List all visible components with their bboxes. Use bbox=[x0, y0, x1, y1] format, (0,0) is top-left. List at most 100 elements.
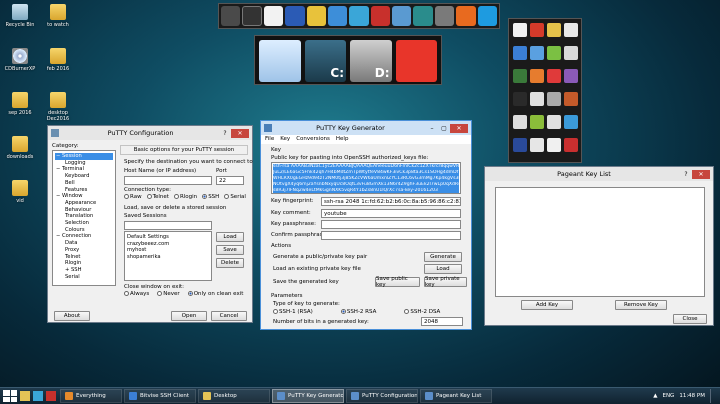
desktop-icon[interactable]: to watch bbox=[38, 4, 78, 28]
dock-app-icon[interactable] bbox=[263, 6, 284, 26]
dock-app-icon[interactable] bbox=[513, 115, 527, 129]
open-button[interactable]: Open bbox=[171, 311, 207, 321]
dock-app-icon[interactable] bbox=[285, 6, 305, 26]
tree-item[interactable]: + SSH bbox=[55, 267, 113, 274]
desktop-icon[interactable]: vid bbox=[0, 180, 40, 204]
session-item[interactable]: myhost bbox=[127, 247, 209, 254]
dock-app-icon[interactable] bbox=[547, 46, 561, 60]
notification-icon[interactable]: ▲ bbox=[653, 393, 657, 399]
save-private-key-button[interactable]: Save private key bbox=[424, 276, 467, 288]
taskbar-button[interactable]: Pageant Key List bbox=[420, 389, 492, 403]
dock-app-icon[interactable] bbox=[392, 6, 412, 26]
close-option[interactable]: Never bbox=[157, 291, 180, 297]
key-type-option[interactable]: SSH-2 RSA bbox=[340, 309, 376, 315]
dock-app-icon[interactable] bbox=[547, 23, 561, 37]
dock-app-icon[interactable] bbox=[513, 138, 527, 152]
close-pageant-button[interactable]: Close bbox=[673, 314, 707, 324]
remove-key-button[interactable]: Remove Key bbox=[615, 300, 667, 310]
tree-item[interactable]: Proxy bbox=[55, 247, 113, 254]
dock-app-icon[interactable] bbox=[434, 6, 455, 26]
session-item[interactable]: crazybeeez.com bbox=[127, 241, 209, 248]
taskbar-button[interactable]: Everything bbox=[60, 389, 122, 403]
dock-app-icon[interactable] bbox=[564, 138, 578, 152]
tree-item[interactable]: Translation bbox=[55, 213, 113, 220]
dock-app-icon[interactable] bbox=[327, 6, 348, 26]
dock-app-icon[interactable] bbox=[564, 46, 578, 60]
tree-item[interactable]: Selection bbox=[55, 220, 113, 227]
load-button[interactable]: Load bbox=[216, 232, 244, 242]
tree-item[interactable]: − Connection bbox=[55, 233, 113, 240]
menu-item[interactable]: File bbox=[265, 135, 274, 144]
category-tree[interactable]: − Session Logging − Terminal Keyboard Bell Fe… bbox=[52, 150, 116, 286]
language-indicator[interactable]: ENG bbox=[662, 393, 674, 399]
tree-item[interactable]: − Session bbox=[55, 153, 113, 160]
dock-app-icon[interactable] bbox=[564, 92, 578, 106]
tree-item[interactable]: − Window bbox=[55, 193, 113, 200]
desktop-icon[interactable]: feb 2016 bbox=[38, 48, 78, 72]
conn-type-option[interactable]: Telnet bbox=[146, 194, 169, 200]
tree-item[interactable]: Rlogin bbox=[55, 260, 113, 267]
dock-app-icon[interactable] bbox=[221, 6, 241, 26]
close-option[interactable]: Only on clean exit bbox=[187, 291, 243, 297]
help-button[interactable]: ? bbox=[219, 129, 231, 138]
dock-app-icon[interactable] bbox=[513, 69, 527, 83]
dock-app-icon[interactable] bbox=[530, 115, 544, 129]
menu-item[interactable]: Key bbox=[280, 135, 290, 144]
desktop-icon[interactable]: sep 2016 bbox=[0, 92, 40, 116]
putty-config-titlebar[interactable]: PuTTY Configuration ? ✕ bbox=[48, 126, 252, 140]
conn-type-option[interactable]: SSH bbox=[202, 194, 219, 200]
dock-app-icon[interactable] bbox=[513, 92, 527, 106]
maximize-button[interactable]: ▢ bbox=[438, 124, 450, 133]
key-type-option[interactable]: SSH-2 DSA bbox=[404, 309, 440, 315]
help-button[interactable]: ? bbox=[680, 170, 692, 179]
drive-c-icon[interactable]: C: bbox=[304, 40, 346, 82]
dock-app-icon[interactable] bbox=[413, 6, 433, 26]
tree-item[interactable]: Behaviour bbox=[55, 207, 113, 214]
saved-session-input[interactable] bbox=[124, 221, 212, 230]
quick-launch-icon[interactable] bbox=[20, 391, 30, 401]
conn-type-option[interactable]: Raw bbox=[124, 194, 142, 200]
taskbar-button[interactable]: Bitvise SSH Client bbox=[124, 389, 196, 403]
start-button[interactable] bbox=[3, 390, 17, 402]
passphrase-field[interactable] bbox=[321, 220, 461, 229]
dock-app-icon[interactable] bbox=[547, 138, 561, 152]
dock-app-icon[interactable] bbox=[456, 6, 476, 26]
dock-app-icon[interactable] bbox=[306, 6, 326, 26]
dock-app-icon[interactable] bbox=[513, 23, 527, 37]
dock-app-icon[interactable] bbox=[564, 69, 578, 83]
magnifier-icon[interactable] bbox=[259, 40, 301, 82]
key-list-box[interactable] bbox=[495, 187, 705, 297]
save-public-key-button[interactable]: Save public key bbox=[375, 276, 420, 288]
show-desktop-button[interactable] bbox=[710, 389, 714, 403]
dock-app-icon[interactable] bbox=[530, 92, 544, 106]
fingerprint-field[interactable]: ssh-rsa 2048 1c:fd:62:b2:b6:0c:8a:b5:96:… bbox=[321, 197, 461, 206]
menu-item[interactable]: Help bbox=[336, 135, 349, 144]
desktop-icon[interactable]: desktop Dec2016 bbox=[38, 92, 78, 122]
dock-app-icon[interactable] bbox=[564, 23, 578, 37]
dock-app-icon[interactable] bbox=[564, 115, 578, 129]
dock-app-icon[interactable] bbox=[242, 6, 262, 26]
conn-type-option[interactable]: Serial bbox=[224, 194, 246, 200]
drive-d-icon[interactable]: D: bbox=[350, 40, 392, 82]
quick-launch-icon[interactable] bbox=[33, 391, 43, 401]
minimize-button[interactable]: – bbox=[426, 124, 438, 133]
load-key-button[interactable]: Load bbox=[424, 264, 462, 274]
port-input[interactable]: 22 bbox=[216, 176, 244, 185]
add-key-button[interactable]: Add Key bbox=[521, 300, 573, 310]
session-item[interactable]: shopamerika bbox=[127, 254, 209, 261]
dock-app-icon[interactable] bbox=[477, 6, 497, 26]
public-key-textbox[interactable]: ssh-rsa AAAAB3NzaC1yc2EAAAABJQAAAQEAheeu… bbox=[271, 162, 461, 194]
close-button[interactable]: ✕ bbox=[692, 169, 710, 179]
session-item[interactable]: Default Settings bbox=[127, 234, 209, 241]
taskbar-button[interactable]: PuTTY Key Generator bbox=[272, 389, 344, 403]
quick-launch-icon[interactable] bbox=[46, 391, 56, 401]
generate-button[interactable]: Generate bbox=[424, 252, 462, 262]
dock-app-icon[interactable] bbox=[547, 115, 561, 129]
menu-item[interactable]: Conversions bbox=[296, 135, 330, 144]
delete-button[interactable]: Delete bbox=[216, 258, 244, 268]
sessions-list[interactable]: Default Settings crazybeeez.com myhost shop… bbox=[124, 231, 212, 281]
taskbar-button[interactable]: PuTTY Configuration bbox=[346, 389, 418, 403]
dock-app-icon[interactable] bbox=[530, 69, 544, 83]
desktop-icon[interactable]: CDBurnerXP bbox=[0, 48, 40, 72]
dock-app-icon[interactable] bbox=[547, 92, 561, 106]
